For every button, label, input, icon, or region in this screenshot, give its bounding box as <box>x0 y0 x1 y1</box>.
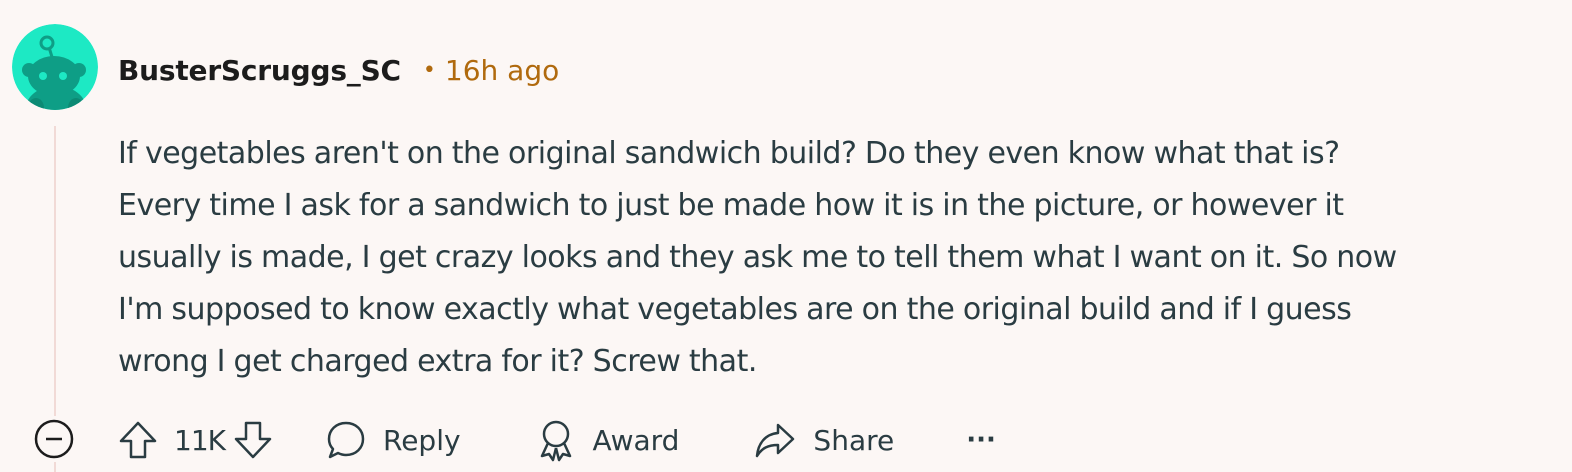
arrow-up-icon <box>119 421 157 459</box>
share-button[interactable]: Share <box>753 419 894 461</box>
snoo-avatar-icon <box>12 24 98 110</box>
author-username[interactable]: BusterScruggs_SC <box>118 54 401 87</box>
minus-circle-icon <box>34 419 74 459</box>
thread-line-continuation <box>54 462 56 472</box>
share-arrow-icon <box>756 423 795 458</box>
comment-body-line: wrong I get charged extra for it? Screw … <box>118 344 757 379</box>
comment-body-line: I'm supposed to know exactly what vegeta… <box>118 292 1352 327</box>
comment-timestamp[interactable]: 16h ago <box>445 54 559 87</box>
comment-body-line: If vegetables aren't on the original san… <box>118 136 1340 171</box>
collapse-thread-button[interactable] <box>33 418 75 460</box>
more-options-button[interactable]: ··· <box>966 425 996 455</box>
ellipsis-icon: ··· <box>966 425 996 455</box>
reply-button[interactable]: Reply <box>325 419 461 461</box>
reply-label: Reply <box>383 423 461 457</box>
comment-body-line: Every time I ask for a sandwich to just … <box>118 188 1344 223</box>
downvote-button[interactable] <box>231 418 275 462</box>
avatar[interactable] <box>12 24 98 110</box>
thread-line[interactable] <box>54 126 56 416</box>
speech-bubble-icon <box>327 421 365 459</box>
comment-action-bar: 11K Reply Award Share ··· <box>116 414 996 466</box>
comment-body-line: usually is made, I get crazy looks and t… <box>118 240 1397 275</box>
arrow-down-icon <box>234 421 272 459</box>
upvote-button[interactable] <box>116 418 160 462</box>
award-ribbon-icon <box>540 420 571 462</box>
meta-separator: • <box>422 57 436 83</box>
comment-body: If vegetables aren't on the original san… <box>118 128 1550 388</box>
share-label: Share <box>813 423 895 457</box>
award-button[interactable]: Award <box>535 418 680 462</box>
award-label: Award <box>592 423 680 457</box>
vote-score: 11K <box>174 423 226 457</box>
comment-header: BusterScruggs_SC • 16h ago <box>118 48 559 92</box>
